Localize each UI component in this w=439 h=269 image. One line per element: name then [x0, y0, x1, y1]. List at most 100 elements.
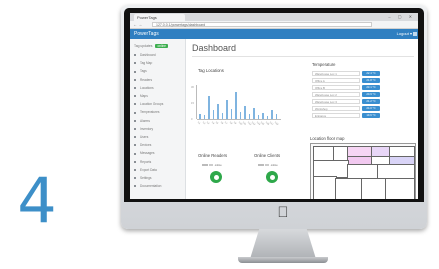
- clients-stat: online: [258, 164, 278, 167]
- sidebar-item[interactable]: Users: [134, 135, 148, 139]
- app-header: PowerTags Logout ▾: [130, 29, 418, 39]
- chart-bar[interactable]: [257, 114, 259, 119]
- sidebar-item-icon: [134, 86, 136, 89]
- floor-map-room: [361, 178, 387, 199]
- chart-bar[interactable]: [212, 110, 214, 119]
- chart-x-axis: [197, 119, 281, 120]
- chart-bar[interactable]: [239, 111, 241, 119]
- sidebar-item[interactable]: Temperatures: [134, 110, 160, 114]
- window-controls[interactable]: – ▢ ✕: [388, 14, 415, 19]
- sidebar-item-icon: [134, 168, 136, 171]
- address-bar: ← → 127.0.0.1/powertags/dashboard: [130, 21, 418, 29]
- temperature-value-badge: 20.9 °C: [362, 92, 380, 97]
- sidebar-item-icon: [134, 54, 136, 57]
- sidebar-item[interactable]: Messages: [134, 151, 155, 155]
- chart-bar[interactable]: [253, 108, 255, 119]
- clients-stat-label: online: [270, 164, 278, 167]
- chart-x-tick-label: L18: [273, 120, 279, 126]
- chart-bar[interactable]: [203, 114, 205, 119]
- temperature-location: Workshop: [312, 106, 360, 111]
- sidebar-item[interactable]: Settings: [134, 176, 152, 180]
- sidebar-item-label: Settings: [140, 176, 152, 180]
- user-menu[interactable]: Logout ▾: [397, 29, 412, 39]
- floor-map-room: [335, 178, 363, 199]
- chart-bar[interactable]: [248, 113, 250, 119]
- temperature-row: Office B 23.1 °C: [312, 85, 382, 90]
- browser-tab[interactable]: PowerTags: [134, 14, 185, 21]
- page-title: Dashboard: [192, 43, 237, 53]
- screen: PowerTags – ▢ ✕ ← → 127.0.0.1/powertags/…: [130, 13, 418, 199]
- sidebar-item[interactable]: Inventory: [134, 127, 153, 131]
- sidebar-item-icon: [134, 152, 136, 155]
- chart-bar[interactable]: [262, 112, 264, 119]
- readers-stat-label: online: [214, 164, 222, 167]
- temperature-row: Office A 21.8 °C: [312, 78, 382, 83]
- sidebar-item[interactable]: Readers: [134, 78, 152, 82]
- sidebar-item-icon: [134, 127, 136, 130]
- sidebar-item-label: Documentation: [140, 184, 162, 189]
- sidebar-item[interactable]: Location Groups: [134, 102, 163, 106]
- chart-y-tick-label: 30: [191, 85, 194, 89]
- sidebar-item-label: Inventory: [140, 126, 154, 131]
- temperature-location: Office A: [312, 78, 360, 83]
- sidebar-item-icon: [134, 177, 136, 180]
- sidebar-item[interactable]: Alarms: [134, 119, 150, 123]
- sidebar-status: Tag updates online: [134, 44, 168, 48]
- chart-x-tick-label: L3: [205, 120, 210, 125]
- readers-stat: online: [202, 164, 222, 167]
- chart-y-axis: [196, 85, 197, 119]
- sidebar-item-label: Alarms: [140, 118, 150, 123]
- chart-bar[interactable]: [208, 95, 210, 119]
- status-badge: online: [155, 44, 168, 48]
- chart-bar[interactable]: [217, 104, 219, 119]
- sidebar-item-icon: [134, 136, 136, 139]
- temperature-location: Warehouse Loc 1: [312, 71, 360, 76]
- step-number: 4: [17, 164, 57, 237]
- sidebar-item-icon: [134, 119, 136, 122]
- floor-map-title: Location floor map: [310, 136, 345, 141]
- sidebar-item-icon: [134, 185, 136, 188]
- sidebar-item-label: Tags: [140, 69, 147, 74]
- url-input[interactable]: 127.0.0.1/powertags/dashboard: [152, 22, 372, 27]
- sidebar-item-icon: [134, 78, 136, 81]
- sidebar-item-icon: [134, 70, 136, 73]
- sidebar-item-icon: [134, 111, 136, 114]
- temperature-location: Entrance: [312, 113, 360, 118]
- brand-link[interactable]: PowerTags: [134, 29, 159, 39]
- chart-bar[interactable]: [221, 112, 223, 119]
- back-forward-icon[interactable]: ← →: [133, 21, 142, 28]
- chart-bar[interactable]: [266, 115, 268, 119]
- chart-bar[interactable]: [230, 109, 232, 119]
- sidebar-item-label: Tag Map: [140, 61, 153, 66]
- sidebar: Tag updates online Dashboard Tag Map Tags R…: [130, 39, 186, 199]
- sidebar-item-icon: [134, 95, 136, 98]
- sidebar-item[interactable]: Devices: [134, 143, 151, 147]
- chart-bar[interactable]: [271, 110, 273, 119]
- chart-bar[interactable]: [244, 106, 246, 119]
- sidebar-item-label: Locations: [140, 85, 154, 90]
- sidebar-item-label: Temperatures: [140, 110, 160, 115]
- sidebar-item[interactable]: Tags: [134, 69, 147, 73]
- chart-bar[interactable]: [226, 99, 228, 119]
- sidebar-item-label: Users: [140, 135, 149, 139]
- sidebar-item-label: Location Groups: [140, 102, 164, 107]
- menu-icon[interactable]: [413, 32, 417, 36]
- sidebar-item[interactable]: Reports: [134, 160, 151, 164]
- chart-bar[interactable]: [199, 113, 201, 119]
- chart-bar[interactable]: [275, 113, 277, 119]
- sidebar-item[interactable]: Documentation: [134, 184, 161, 188]
- sidebar-item-label: Dashboard: [140, 53, 156, 57]
- imac-stand: [250, 229, 316, 259]
- sidebar-item[interactable]: Dashboard: [134, 53, 156, 57]
- sidebar-item[interactable]: Tag Map: [134, 61, 152, 65]
- sidebar-item-icon: [134, 62, 136, 65]
- sidebar-item[interactable]: Locations: [134, 86, 154, 90]
- chart-bar[interactable]: [235, 92, 237, 119]
- floor-map[interactable]: [310, 143, 416, 199]
- sidebar-item[interactable]: Maps: [134, 94, 148, 98]
- sidebar-item-icon: [134, 144, 136, 147]
- temperature-value-badge: 21.8 °C: [362, 78, 380, 83]
- floor-map-room: [313, 176, 337, 199]
- sidebar-item[interactable]: Export Data: [134, 168, 157, 172]
- temperature-value-badge: 21.2 °C: [362, 99, 380, 104]
